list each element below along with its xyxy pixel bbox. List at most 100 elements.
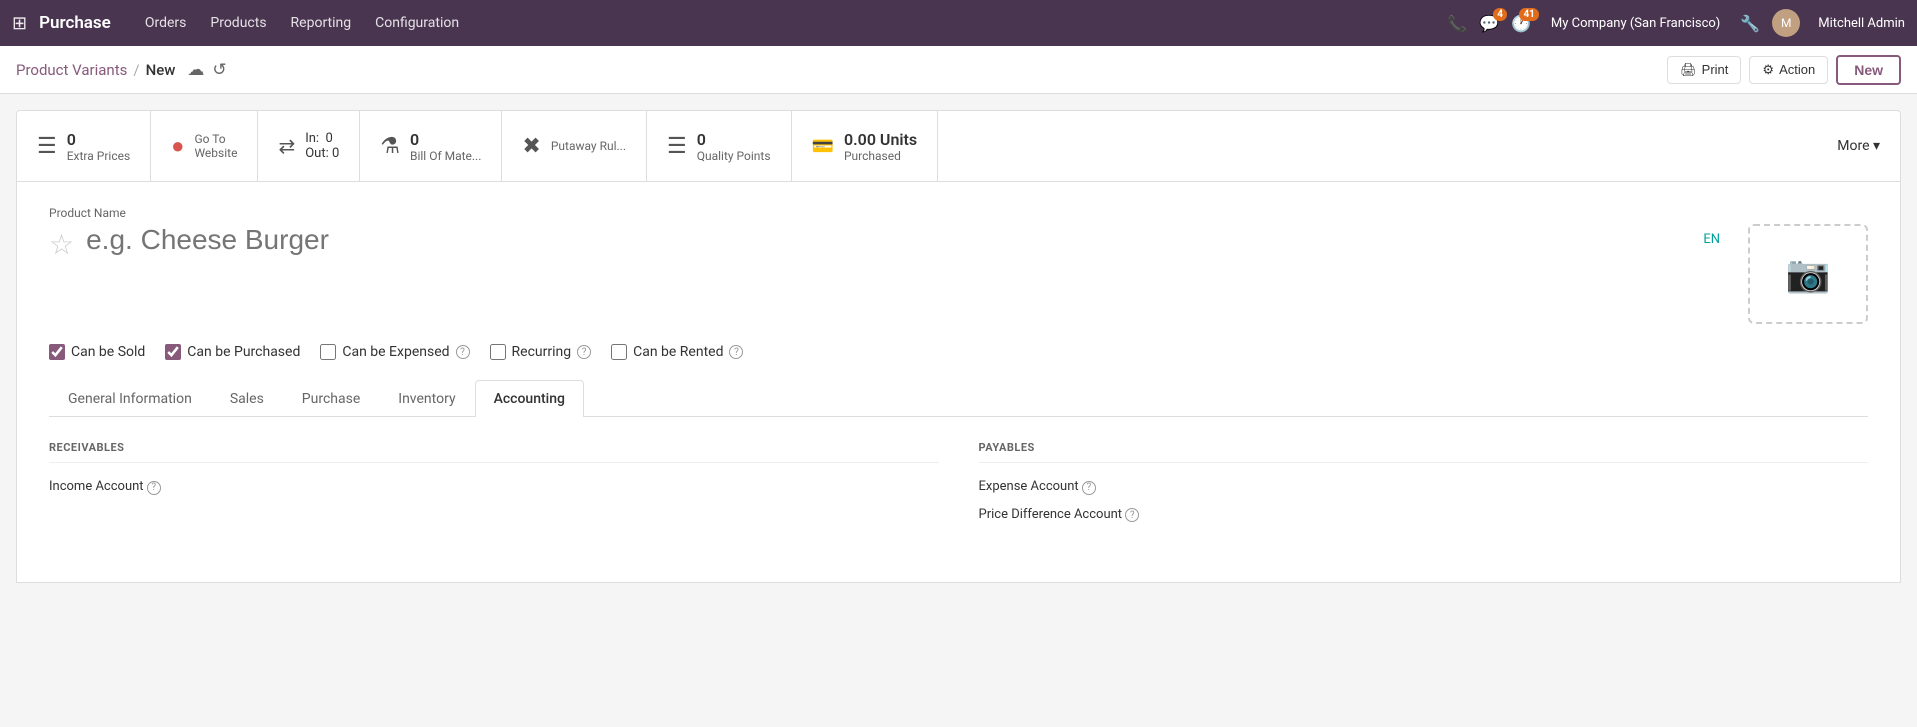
- can-be-rented-input[interactable]: [611, 344, 627, 360]
- stat-bar: ☰ 0 Extra Prices ● Go To Website ⇄ In: 0…: [16, 110, 1901, 182]
- nav-reporting[interactable]: Reporting: [281, 9, 362, 37]
- tab-inventory[interactable]: Inventory: [379, 380, 474, 417]
- units-label: Purchased: [844, 149, 917, 163]
- user-name: Mitchell Admin: [1818, 16, 1905, 31]
- expense-account-row: Expense Account ?: [979, 479, 1869, 495]
- breadcrumb-bar: Product Variants / New ☁ ↺ 🖨 Print ⚙ Act…: [0, 46, 1917, 94]
- price-diff-account-row: Price Difference Account ?: [979, 507, 1869, 523]
- quality-icon: ☰: [667, 134, 687, 159]
- product-name-label: Product Name: [49, 206, 1868, 220]
- save-manually-icon[interactable]: ☁: [187, 60, 204, 80]
- stat-units-purchased[interactable]: 💳 0.00 Units Purchased: [792, 111, 939, 181]
- more-label: More ▾: [1837, 138, 1880, 154]
- stat-putaway-rules[interactable]: ✖ Putaway Rul...: [502, 111, 647, 181]
- extra-prices-label: Extra Prices: [67, 149, 130, 163]
- expense-account-value[interactable]: [1147, 484, 1869, 489]
- nav-configuration[interactable]: Configuration: [365, 9, 469, 37]
- bom-count: 0: [410, 130, 481, 149]
- rented-help-icon[interactable]: ?: [729, 345, 743, 359]
- price-diff-label: Price Difference Account ?: [979, 507, 1140, 523]
- can-be-purchased-label: Can be Purchased: [187, 344, 300, 360]
- out-count: Out: 0: [305, 146, 339, 161]
- can-be-purchased-input[interactable]: [165, 344, 181, 360]
- stat-in-out[interactable]: ⇄ In: 0 Out: 0: [258, 111, 360, 181]
- payables-header: PAYABLES: [979, 441, 1869, 463]
- expense-account-label: Expense Account ?: [979, 479, 1139, 495]
- can-be-purchased-checkbox[interactable]: Can be Purchased: [165, 344, 300, 360]
- camera-icon: 📷: [1786, 253, 1831, 295]
- price-diff-help[interactable]: ?: [1125, 508, 1139, 522]
- can-be-sold-checkbox[interactable]: Can be Sold: [49, 344, 145, 360]
- language-button[interactable]: EN: [1703, 232, 1720, 247]
- units-count: 0.00 Units: [844, 130, 917, 149]
- tab-accounting[interactable]: Accounting: [475, 380, 584, 417]
- expensed-help-icon[interactable]: ?: [456, 345, 470, 359]
- print-button[interactable]: 🖨 Print: [1667, 56, 1741, 84]
- recurring-help-icon[interactable]: ?: [577, 345, 591, 359]
- chat-badge: 4: [1493, 8, 1507, 21]
- company-name: My Company (San Francisco): [1551, 16, 1720, 31]
- product-name-input[interactable]: [86, 224, 1691, 256]
- activity-icon[interactable]: 🕐 41: [1511, 14, 1531, 33]
- can-be-sold-input[interactable]: [49, 344, 65, 360]
- price-diff-value[interactable]: [1147, 512, 1868, 517]
- in-count: In: 0: [305, 131, 339, 146]
- tab-general-information[interactable]: General Information: [49, 380, 211, 417]
- recurring-checkbox[interactable]: Recurring ?: [490, 344, 592, 360]
- nav-products[interactable]: Products: [200, 9, 276, 37]
- recurring-input[interactable]: [490, 344, 506, 360]
- putaway-label: Putaway Rul...: [551, 139, 626, 153]
- more-button[interactable]: More ▾: [1817, 111, 1900, 181]
- receivables-section: RECEIVABLES Income Account ?: [49, 441, 939, 534]
- accounting-tab-content: RECEIVABLES Income Account ? PAYABLES: [49, 417, 1868, 558]
- tabs: General Information Sales Purchase Inven…: [49, 380, 1868, 417]
- go-to-label2: Website: [194, 146, 237, 160]
- breadcrumb-current: New: [146, 61, 176, 79]
- can-be-sold-label: Can be Sold: [71, 344, 145, 360]
- stat-extra-prices[interactable]: ☰ 0 Extra Prices: [17, 111, 151, 181]
- accounting-two-col: RECEIVABLES Income Account ? PAYABLES: [49, 441, 1868, 534]
- nav-orders[interactable]: Orders: [135, 9, 197, 37]
- action-button[interactable]: ⚙ Action: [1749, 56, 1828, 84]
- app-grid-icon[interactable]: ⊞: [12, 13, 27, 34]
- checkbox-row: Can be Sold Can be Purchased Can be Expe…: [49, 344, 1868, 360]
- payables-section: PAYABLES Expense Account ? Price Differe…: [979, 441, 1869, 534]
- expense-account-help[interactable]: ?: [1082, 481, 1096, 495]
- new-button[interactable]: New: [1836, 55, 1901, 85]
- stat-quality-points[interactable]: ☰ 0 Quality Points: [647, 111, 792, 181]
- income-account-help[interactable]: ?: [147, 481, 161, 495]
- favorite-icon[interactable]: ☆: [49, 228, 74, 261]
- gear-icon: ⚙: [1762, 62, 1774, 78]
- can-be-expensed-label: Can be Expensed: [342, 344, 449, 360]
- breadcrumb-parent[interactable]: Product Variants: [16, 61, 127, 79]
- action-buttons: 🖨 Print ⚙ Action New: [1667, 55, 1901, 85]
- can-be-expensed-input[interactable]: [320, 344, 336, 360]
- income-account-value[interactable]: [217, 484, 939, 489]
- stat-go-to-website[interactable]: ● Go To Website: [151, 111, 258, 181]
- activity-badge: 41: [1519, 8, 1538, 21]
- main-content: ☰ 0 Extra Prices ● Go To Website ⇄ In: 0…: [0, 94, 1917, 583]
- photo-upload[interactable]: 📷: [1748, 224, 1868, 324]
- product-name-row: ☆ EN 📷: [49, 224, 1868, 324]
- settings-icon[interactable]: 🔧: [1740, 14, 1760, 33]
- list-icon: ☰: [37, 134, 57, 159]
- form-area: Product Name ☆ EN 📷 Can be Sold Can be P…: [16, 182, 1901, 583]
- can-be-rented-checkbox[interactable]: Can be Rented ?: [611, 344, 743, 360]
- discard-icon[interactable]: ↺: [212, 60, 226, 80]
- can-be-expensed-checkbox[interactable]: Can be Expensed ?: [320, 344, 469, 360]
- quality-count: 0: [697, 130, 771, 149]
- chat-icon[interactable]: 💬 4: [1479, 14, 1499, 33]
- avatar[interactable]: M: [1772, 9, 1800, 37]
- extra-prices-count: 0: [67, 130, 130, 149]
- receivables-header: RECEIVABLES: [49, 441, 939, 463]
- bom-label: Bill Of Mate...: [410, 149, 481, 163]
- stat-bill-of-materials[interactable]: ⚗ 0 Bill Of Mate...: [360, 111, 502, 181]
- putaway-icon: ✖: [522, 134, 540, 159]
- tab-purchase[interactable]: Purchase: [283, 380, 379, 417]
- phone-icon[interactable]: 📞: [1447, 14, 1467, 33]
- flask-icon: ⚗: [380, 134, 400, 159]
- app-name: Purchase: [39, 13, 111, 33]
- tab-sales[interactable]: Sales: [211, 380, 283, 417]
- recurring-label: Recurring: [512, 344, 572, 360]
- breadcrumb: Product Variants / New: [16, 61, 175, 79]
